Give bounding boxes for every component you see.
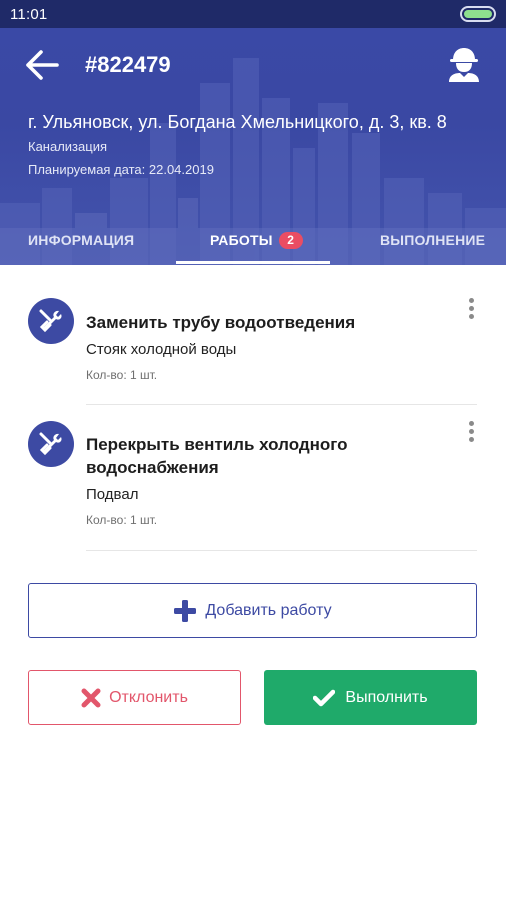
status-time: 11:01 bbox=[10, 6, 48, 23]
status-bar: 11:01 bbox=[0, 0, 506, 28]
complete-label: Выполнить bbox=[345, 688, 428, 706]
work-place: Стояк холодной воды bbox=[86, 341, 237, 358]
order-address: г. Ульяновск, ул. Богдана Хмельницкого, … bbox=[28, 112, 447, 132]
tab-bar: ИНФОРМАЦИЯ РАБОТЫ 2 ВЫПОЛНЕНИЕ bbox=[0, 218, 506, 265]
check-icon bbox=[313, 689, 336, 706]
order-category: Канализация bbox=[28, 139, 107, 154]
order-header: #822479 г. Ульяновск, ул. Богдана Хмельн… bbox=[0, 28, 506, 265]
work-quantity: Кол-во: 1 шт. bbox=[86, 368, 158, 382]
divider bbox=[86, 550, 477, 551]
work-item[interactable]: Заменить трубу водоотведения Стояк холод… bbox=[28, 298, 477, 388]
add-work-button[interactable]: Добавить работу bbox=[28, 583, 477, 638]
tools-icon bbox=[28, 298, 74, 344]
worker-helmet-icon[interactable] bbox=[447, 46, 481, 82]
work-quantity: Кол-во: 1 шт. bbox=[86, 513, 158, 527]
tab-execution[interactable]: ВЫПОЛНЕНИЕ bbox=[380, 232, 485, 248]
battery-icon bbox=[460, 6, 496, 22]
back-arrow-icon[interactable] bbox=[24, 49, 60, 81]
plus-icon bbox=[174, 599, 197, 622]
work-place: Подвал bbox=[86, 486, 139, 503]
divider bbox=[86, 404, 477, 405]
work-title: Перекрыть вентиль холодного водоснабжения bbox=[86, 435, 348, 477]
close-icon bbox=[81, 688, 101, 707]
tab-works[interactable]: РАБОТЫ 2 bbox=[210, 232, 303, 249]
work-item[interactable]: Перекрыть вентиль холодного водоснабжения… bbox=[28, 421, 477, 531]
reject-label: Отклонить bbox=[109, 688, 188, 706]
add-work-label: Добавить работу bbox=[205, 601, 332, 619]
tab-information[interactable]: ИНФОРМАЦИЯ bbox=[28, 232, 134, 248]
reject-button[interactable]: Отклонить bbox=[28, 670, 241, 725]
works-count-badge: 2 bbox=[278, 232, 303, 249]
more-options-icon[interactable] bbox=[465, 298, 477, 320]
tab-works-label: РАБОТЫ bbox=[210, 232, 273, 248]
active-tab-indicator bbox=[176, 261, 330, 264]
more-options-icon[interactable] bbox=[465, 421, 477, 443]
work-title: Заменить трубу водоотведения bbox=[86, 313, 356, 332]
planned-date: Планируемая дата: 22.04.2019 bbox=[28, 162, 214, 177]
order-number: #822479 bbox=[85, 52, 171, 77]
tools-icon bbox=[28, 421, 74, 467]
complete-button[interactable]: Выполнить bbox=[264, 670, 477, 725]
